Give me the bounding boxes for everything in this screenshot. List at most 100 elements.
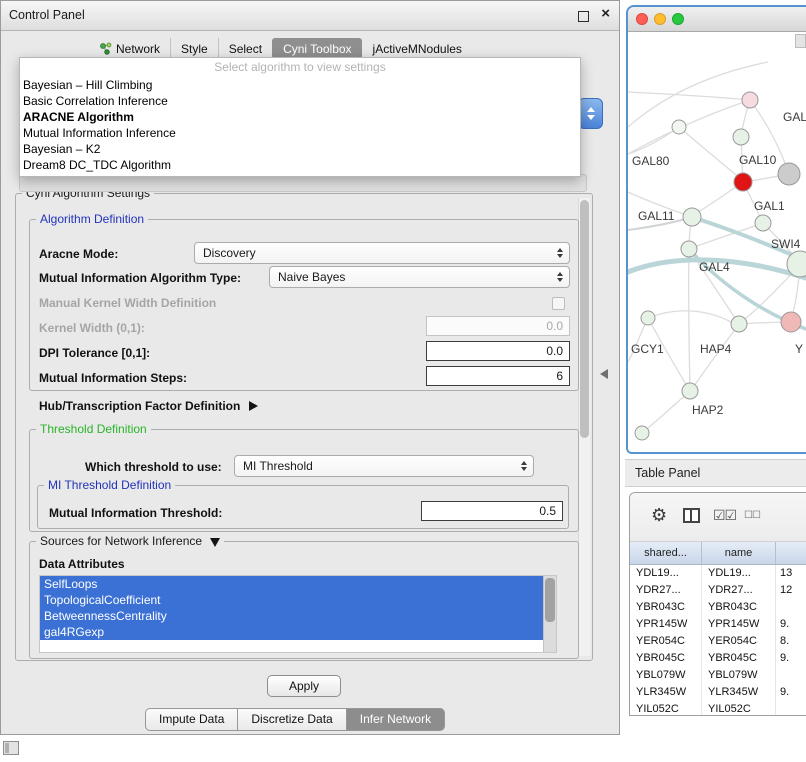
node[interactable] bbox=[778, 163, 800, 185]
node-label: GAL80 bbox=[632, 154, 670, 168]
mi-threshold-label: Mutual Information Threshold: bbox=[49, 506, 222, 520]
cell: YER054C bbox=[702, 633, 776, 650]
cell: YDR27... bbox=[630, 582, 702, 599]
table-row[interactable]: YER054C YER054C 8. bbox=[630, 633, 806, 650]
column-header-shared-name[interactable]: shared... bbox=[630, 542, 702, 564]
manual-kernel-label: Manual Kernel Width Definition bbox=[39, 296, 216, 310]
dropdown-item-selected[interactable]: ARACNE Algorithm bbox=[20, 109, 580, 125]
node[interactable] bbox=[731, 316, 747, 332]
hub-section-toggle[interactable]: Hub/Transcription Factor Definition bbox=[39, 399, 258, 413]
tab-style[interactable]: Style bbox=[170, 38, 218, 59]
column-header-extra[interactable] bbox=[776, 542, 806, 564]
scrollbar-thumb[interactable] bbox=[545, 578, 555, 622]
network-canvas[interactable]: GAL80 GAL10 GAL11 GAL1 SWI4 GAL4 GCY1 HA… bbox=[628, 32, 806, 454]
list-item[interactable]: BetweennessCentrality bbox=[40, 608, 544, 624]
group-title: Threshold Definition bbox=[36, 422, 151, 436]
docked-panel-icon[interactable] bbox=[3, 741, 19, 755]
control-panel-tabs: Network Style Select Cyni Toolbox jActiv… bbox=[89, 38, 472, 59]
canvas-scrollbar[interactable] bbox=[795, 34, 806, 48]
minimize-traffic-light[interactable] bbox=[654, 13, 666, 25]
settings-scrollbar[interactable] bbox=[578, 198, 590, 656]
splitter-collapse-icon[interactable] bbox=[600, 369, 608, 379]
columns-icon[interactable] bbox=[683, 508, 700, 523]
tab-network[interactable]: Network bbox=[89, 38, 170, 59]
cell: YER054C bbox=[630, 633, 702, 650]
table-toolbar: ⚙ ☑☑ ☐☐ bbox=[630, 493, 806, 542]
table-row[interactable]: YDR27... YDR27... 12 bbox=[630, 582, 806, 599]
control-panel-window: Control Panel × Network Style Select Cyn… bbox=[0, 0, 620, 735]
table-panel-titlebar[interactable]: Table Panel bbox=[625, 459, 806, 487]
aracne-mode-select[interactable]: Discovery bbox=[194, 242, 570, 264]
network-window-titlebar[interactable] bbox=[628, 7, 806, 32]
node-hap2[interactable] bbox=[682, 383, 698, 399]
apply-button[interactable]: Apply bbox=[267, 675, 341, 697]
table-row[interactable]: YPR145W YPR145W 9. bbox=[630, 616, 806, 633]
tab-label: Select bbox=[229, 42, 262, 56]
mi-type-select[interactable]: Naive Bayes bbox=[269, 266, 570, 288]
node[interactable] bbox=[635, 426, 649, 440]
node-label: HAP4 bbox=[700, 342, 732, 356]
tab-label: Network bbox=[116, 42, 160, 56]
list-item[interactable]: SelfLoops bbox=[40, 576, 544, 592]
manual-kernel-checkbox[interactable] bbox=[552, 297, 565, 310]
tab-select[interactable]: Select bbox=[218, 38, 272, 59]
kernel-width-field[interactable]: 0.0 bbox=[426, 316, 570, 336]
node-hap4[interactable] bbox=[781, 312, 801, 332]
node-gcy1[interactable] bbox=[641, 311, 655, 325]
close-traffic-light[interactable] bbox=[636, 13, 648, 25]
cell: YDL19... bbox=[702, 565, 776, 582]
float-window-icon[interactable] bbox=[578, 11, 589, 22]
cell: YIL052C bbox=[702, 701, 776, 716]
tab-discretize-data[interactable]: Discretize Data bbox=[237, 708, 346, 731]
algorithm-combo-arrows[interactable] bbox=[578, 98, 603, 129]
tab-cyni-toolbox[interactable]: Cyni Toolbox bbox=[272, 38, 361, 59]
table-row[interactable]: YBR043C YBR043C bbox=[630, 599, 806, 616]
table-row[interactable]: YDL19... YDL19... 13 bbox=[630, 565, 806, 582]
table-row[interactable]: YLR345W YLR345W 9. bbox=[630, 684, 806, 701]
list-item[interactable]: gal4RGexp bbox=[40, 624, 544, 640]
dropdown-item[interactable]: Bayesian – K2 bbox=[20, 141, 580, 157]
node-label: GAL10 bbox=[739, 153, 777, 167]
data-attributes-list[interactable]: SelfLoops TopologicalCoefficient Between… bbox=[39, 575, 557, 653]
node-gal10[interactable] bbox=[734, 173, 752, 191]
cell: YDR27... bbox=[702, 582, 776, 599]
node-gal1[interactable] bbox=[755, 215, 771, 231]
gear-icon[interactable]: ⚙ bbox=[651, 505, 667, 525]
zoom-traffic-light[interactable] bbox=[672, 13, 684, 25]
node-gal11[interactable] bbox=[683, 208, 701, 226]
cell bbox=[776, 701, 806, 716]
sources-toggle[interactable]: Sources for Network Inference bbox=[36, 534, 224, 548]
cell: 12 bbox=[776, 582, 806, 599]
cell: 13 bbox=[776, 565, 806, 582]
dropdown-item[interactable]: Basic Correlation Inference bbox=[20, 93, 580, 109]
control-panel-titlebar[interactable]: Control Panel × bbox=[1, 1, 619, 31]
node-gal4[interactable] bbox=[681, 241, 697, 257]
network-view-window: GAL80 GAL10 GAL11 GAL1 SWI4 GAL4 GCY1 HA… bbox=[626, 5, 806, 454]
dpi-tolerance-field[interactable]: 0.0 bbox=[426, 341, 570, 361]
dropdown-item[interactable]: Mutual Information Inference bbox=[20, 125, 580, 141]
node[interactable] bbox=[742, 92, 758, 108]
close-icon[interactable]: × bbox=[601, 5, 610, 22]
deselect-checkboxes-icon[interactable]: ☐☐ bbox=[744, 510, 760, 521]
node-label: GAL1 bbox=[754, 199, 785, 213]
tab-label: Cyni Toolbox bbox=[283, 42, 351, 56]
dropdown-item[interactable]: Bayesian – Hill Climbing bbox=[20, 77, 580, 93]
which-threshold-select[interactable]: MI Threshold bbox=[234, 455, 534, 477]
table-row[interactable]: YBR045C YBR045C 9. bbox=[630, 650, 806, 667]
table-row[interactable]: YBL079W YBL079W bbox=[630, 667, 806, 684]
list-scrollbar[interactable] bbox=[543, 576, 556, 652]
dropdown-item[interactable]: Dream8 DC_TDC Algorithm bbox=[20, 157, 580, 173]
tab-jactivemnodules[interactable]: jActiveMNodules bbox=[362, 38, 472, 59]
table-row[interactable]: YIL052C YIL052C bbox=[630, 701, 806, 716]
mi-steps-field[interactable]: 6 bbox=[426, 366, 570, 386]
column-header-name[interactable]: name bbox=[702, 542, 776, 564]
scrollbar-thumb[interactable] bbox=[580, 200, 589, 438]
node[interactable] bbox=[672, 120, 686, 134]
node[interactable] bbox=[733, 129, 749, 145]
tab-infer-network[interactable]: Infer Network bbox=[346, 708, 445, 731]
tab-impute-data[interactable]: Impute Data bbox=[145, 708, 238, 731]
select-checkboxes-icon[interactable]: ☑☑ bbox=[713, 507, 736, 524]
mi-threshold-field[interactable]: 0.5 bbox=[421, 501, 563, 521]
list-item[interactable]: TopologicalCoefficient bbox=[40, 592, 544, 608]
aracne-mode-label: Aracne Mode: bbox=[39, 247, 118, 261]
